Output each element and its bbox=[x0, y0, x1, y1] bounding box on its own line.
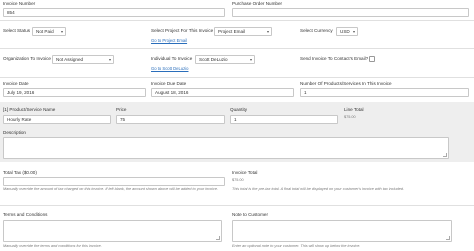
description-textarea[interactable] bbox=[3, 137, 449, 159]
product-name-label: [1] Product/Service Name bbox=[3, 107, 56, 112]
line-total-label: Line Total bbox=[344, 107, 364, 112]
quantity-input[interactable]: 1 bbox=[230, 115, 338, 124]
organization-value: Not Assigned bbox=[56, 57, 84, 62]
num-products-label: Number Of Products/Services In This Invo… bbox=[300, 81, 392, 86]
chevron-down-icon: ▾ bbox=[60, 29, 63, 34]
description-label: Description bbox=[3, 130, 26, 135]
project-link[interactable]: Go to Project Email bbox=[151, 38, 187, 43]
invoice-total-label: Invoice Total bbox=[232, 170, 258, 175]
organization-label: Organization To Invoice bbox=[3, 56, 51, 61]
divider bbox=[0, 77, 474, 78]
project-select[interactable]: Project Email ▾ bbox=[214, 27, 272, 36]
invoice-due-date-label: Invoice Due Date bbox=[151, 81, 187, 86]
total-tax-label: Total Tax ($0.00) bbox=[3, 170, 37, 175]
individual-value: Scott DeLuzio bbox=[199, 57, 228, 62]
resize-handle-icon[interactable] bbox=[443, 153, 447, 157]
individual-link[interactable]: Go to Scott DeLuzio bbox=[151, 66, 188, 71]
terms-hint: Manually override the terms and conditio… bbox=[3, 244, 102, 248]
price-label: Price bbox=[116, 107, 127, 112]
chevron-down-icon: ▾ bbox=[249, 57, 252, 62]
resize-handle-icon[interactable] bbox=[446, 236, 450, 240]
send-invoice-checkbox[interactable] bbox=[369, 56, 375, 62]
individual-label: Individual To Invoice bbox=[151, 56, 193, 61]
line-total-value: $75.00 bbox=[344, 115, 356, 119]
project-value: Project Email bbox=[218, 29, 246, 34]
invoice-total-value: $75.00 bbox=[232, 178, 244, 182]
purchase-order-input[interactable] bbox=[232, 8, 469, 17]
currency-select[interactable]: USD ▾ bbox=[336, 27, 358, 36]
total-tax-input[interactable] bbox=[3, 177, 225, 186]
status-select[interactable]: Not Paid ▾ bbox=[32, 27, 66, 36]
send-invoice-label: Send Invoice To Contact's Email? bbox=[300, 56, 369, 61]
currency-label: Select Currency bbox=[300, 28, 333, 33]
invoice-number-label: Invoice Number bbox=[3, 1, 36, 6]
chevron-down-icon: ▾ bbox=[108, 57, 111, 62]
note-hint: Enter an optional note to your customer.… bbox=[232, 244, 361, 248]
invoice-date-input[interactable]: July 19, 2016 bbox=[3, 88, 146, 97]
invoice-due-date-input[interactable]: August 18, 2016 bbox=[151, 88, 294, 97]
terms-textarea[interactable] bbox=[3, 220, 222, 242]
divider bbox=[0, 20, 474, 21]
project-label: Select Project For This Invoice bbox=[151, 28, 214, 33]
status-value: Not Paid bbox=[36, 29, 54, 34]
divider bbox=[0, 205, 474, 206]
price-input[interactable]: 75 bbox=[116, 115, 225, 124]
currency-value: USD bbox=[340, 29, 350, 34]
organization-select[interactable]: Not Assigned ▾ bbox=[52, 55, 114, 64]
invoice-number-input[interactable]: 854 bbox=[3, 8, 225, 17]
total-tax-hint: Manually override the amount of tax char… bbox=[3, 187, 219, 191]
purchase-order-label: Purchase Order Number bbox=[232, 1, 283, 6]
terms-label: Terms and Conditions bbox=[3, 212, 48, 217]
note-label: Note to Customer bbox=[232, 212, 268, 217]
product-name-input[interactable]: Hourly Rate bbox=[3, 115, 111, 124]
chevron-down-icon: ▾ bbox=[352, 29, 355, 34]
status-label: Select Status bbox=[3, 28, 31, 33]
invoice-total-hint: This total is the pre-tax total. A final… bbox=[232, 187, 405, 191]
num-products-input[interactable]: 1 bbox=[300, 88, 469, 97]
invoice-date-label: Invoice Date bbox=[3, 81, 29, 86]
resize-handle-icon[interactable] bbox=[216, 236, 220, 240]
quantity-label: Quantity bbox=[230, 107, 248, 112]
individual-select[interactable]: Scott DeLuzio ▾ bbox=[195, 55, 255, 64]
chevron-down-icon: ▾ bbox=[266, 29, 269, 34]
note-textarea[interactable] bbox=[232, 220, 452, 242]
divider bbox=[0, 48, 474, 49]
